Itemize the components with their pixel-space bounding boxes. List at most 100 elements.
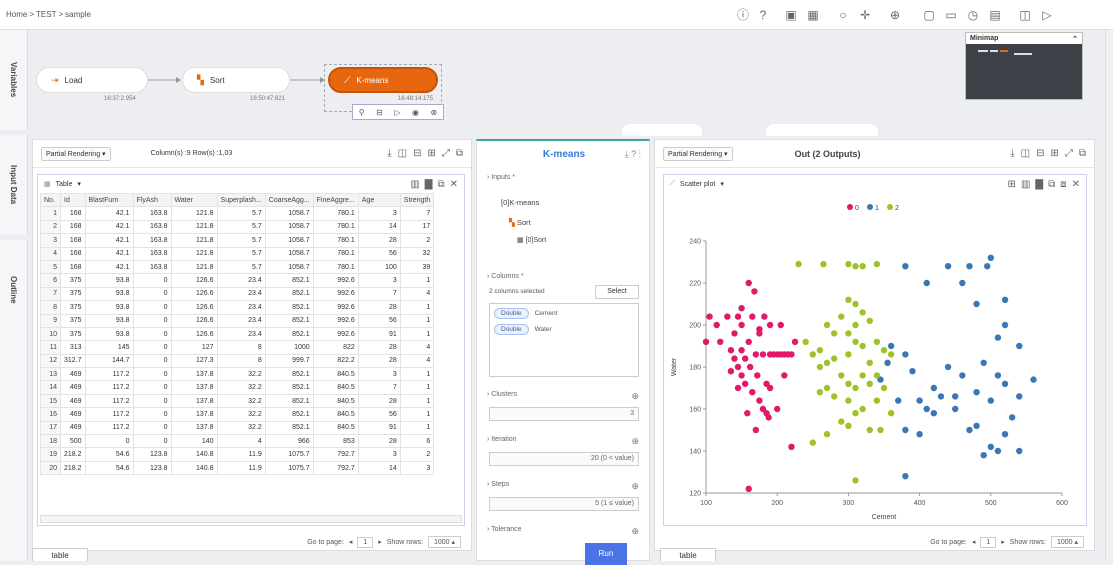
- table-row[interactable]: 17 469 117.2 0 137.8 32.2 852.1 840.5 91 1: [40, 420, 435, 436]
- chart-icon[interactable]: ▥: [1021, 179, 1030, 190]
- close-icon[interactable]: ✕: [450, 179, 458, 190]
- close-icon[interactable]: ⊗: [431, 108, 438, 117]
- table-row[interactable]: 10 375 93.8 0 126.6 23.4 852.1 992.6 91 1: [40, 326, 435, 342]
- table-row[interactable]: 8 375 93.8 0 126.6 23.4 852.1 992.6 28 1: [40, 300, 435, 315]
- doc-icon[interactable]: ▭: [944, 8, 958, 22]
- globe-icon[interactable]: ⊕: [631, 526, 639, 537]
- column-header[interactable]: FlyAsh: [132, 193, 172, 208]
- column-header[interactable]: FineAggre...: [312, 193, 359, 208]
- out-render-mode-dropdown[interactable]: Partial Rendering ▾: [663, 146, 733, 161]
- table-row[interactable]: 9 375 93.8 0 126.6 23.4 852.1 992.6 56 1: [40, 313, 435, 328]
- run-icon[interactable]: ▷: [394, 108, 400, 117]
- table-row[interactable]: 19 218.2 54.6 123.8 140.8 11.9 1075.7 792.7 3 2: [40, 447, 435, 462]
- tab-outline[interactable]: Outline: [0, 240, 28, 340]
- column-header[interactable]: BlastFurn: [84, 193, 134, 208]
- filter-icon[interactable]: ⊞: [1008, 179, 1016, 190]
- help-icon[interactable]: ?: [631, 149, 636, 159]
- download-icon[interactable]: ⤓: [1010, 148, 1014, 159]
- popout-icon[interactable]: ⧉: [456, 148, 463, 159]
- tab-table-left[interactable]: table: [32, 548, 88, 561]
- column-header[interactable]: Superplash...: [216, 193, 266, 208]
- tab-variables[interactable]: Variables: [0, 30, 28, 130]
- grid-icon[interactable]: ⊞: [427, 148, 435, 159]
- column-header[interactable]: Water: [170, 193, 218, 208]
- clusters-input[interactable]: 3: [489, 407, 639, 421]
- render-mode-dropdown[interactable]: Partial Rendering ▾: [41, 146, 111, 161]
- column-header[interactable]: CoarseAgg...: [264, 193, 314, 208]
- globe-icon[interactable]: ⊕: [631, 391, 639, 402]
- new-doc-icon[interactable]: ▢: [922, 8, 936, 22]
- help-icon[interactable]: ?: [756, 8, 770, 22]
- download-icon[interactable]: ⤓: [625, 149, 629, 159]
- table-scroll[interactable]: No. Id BlastFurn FlyAsh Water Superplash... Co…: [40, 193, 462, 513]
- table-row[interactable]: 20 218.2 54.6 123.8 140.8 11.9 1075.7 792.7 14 3: [40, 460, 435, 476]
- tab-input-data[interactable]: Input Data: [0, 135, 28, 235]
- select-columns-button[interactable]: Select: [595, 285, 639, 299]
- globe-icon[interactable]: ⊕: [631, 436, 639, 447]
- table-row[interactable]: 1 168 42.1 163.8 121.8 5.7 1058.7 780.1 3 7: [40, 206, 435, 221]
- table-row[interactable]: 7 375 93.8 0 126.6 23.4 852.1 992.6 7 4: [40, 286, 435, 302]
- column-chip[interactable]: Double Cement: [494, 308, 557, 319]
- chart-view-dropdown[interactable]: Scatter plot: [680, 181, 715, 188]
- column-header[interactable]: Strength: [399, 193, 435, 208]
- close-icon[interactable]: ✕: [1072, 179, 1080, 190]
- next-page-icon[interactable]: ▸: [378, 538, 382, 546]
- view-mode-dropdown[interactable]: Table: [56, 181, 73, 188]
- column-chip[interactable]: Double Water: [494, 324, 552, 335]
- breadcrumb-home[interactable]: Home: [6, 10, 27, 19]
- delete-icon[interactable]: ⊟: [376, 108, 383, 117]
- breadcrumb-sample[interactable]: sample: [65, 10, 91, 19]
- table-row[interactable]: 6 375 93.8 0 126.6 23.4 852.1 992.6 3 1: [40, 273, 435, 288]
- more-icon[interactable]: ⋮: [639, 149, 641, 159]
- iteration-input[interactable]: 20 (0 < value): [489, 452, 639, 466]
- columns-section[interactable]: › Columns *: [487, 273, 524, 280]
- chevron-down-icon[interactable]: ▾: [720, 180, 724, 188]
- columns-icon[interactable]: ◫: [1021, 148, 1030, 159]
- steps-input[interactable]: 5 (1 ≤ value): [489, 497, 639, 511]
- grid-icon[interactable]: ⊞: [1050, 148, 1058, 159]
- save-icon[interactable]: ▣: [784, 8, 798, 22]
- table-row[interactable]: 15 469 117.2 0 137.8 32.2 852.1 840.5 28 1: [40, 393, 435, 409]
- workflow-canvas[interactable]: ⇥ Load 16:37:2.954 ▚ Sort 16:50:47.621 ⟋…: [28, 30, 1105, 136]
- calendar-icon[interactable]: ▦: [806, 8, 820, 22]
- info-icon[interactable]: ⓘ: [736, 8, 750, 22]
- page-input[interactable]: 1: [980, 536, 997, 548]
- table-row[interactable]: 5 168 42.1 163.8 121.8 5.7 1058.7 780.1 100 39: [40, 259, 435, 275]
- play-icon[interactable]: ▷: [1040, 8, 1054, 22]
- bar-chart-icon[interactable]: ▇: [425, 179, 433, 190]
- copy-icon[interactable]: ⧉: [437, 179, 444, 190]
- scatter-chart[interactable]: 100 200 300 400 500 600120140160180200220240C…: [664, 193, 1084, 523]
- expand-icon[interactable]: ⤢: [442, 148, 450, 159]
- breadcrumb-test[interactable]: TEST: [36, 10, 56, 19]
- table-row[interactable]: 11 313 145 0 127 8 1000 822 28 4: [40, 340, 435, 355]
- circle-info-icon[interactable]: ○: [836, 8, 850, 22]
- clipboard-icon[interactable]: ▤: [988, 8, 1002, 22]
- move-icon[interactable]: ✛: [858, 8, 872, 22]
- view-icon[interactable]: ◉: [412, 108, 419, 117]
- history-icon[interactable]: ◷: [966, 8, 980, 22]
- rows-icon[interactable]: ⊟: [1036, 148, 1044, 159]
- inputs-section[interactable]: › Inputs *: [487, 174, 515, 181]
- node-kmeans[interactable]: ⟋ K-means: [328, 67, 438, 93]
- tolerance-section[interactable]: › Tolerance: [487, 526, 522, 533]
- table-row[interactable]: 16 469 117.2 0 137.8 32.2 852.1 840.5 56 1: [40, 407, 435, 422]
- popout-icon[interactable]: ⧉: [1079, 148, 1086, 159]
- column-header[interactable]: Id: [60, 193, 86, 208]
- link-icon[interactable]: ⚲: [359, 108, 365, 117]
- steps-section[interactable]: › Steps: [487, 481, 509, 488]
- table-row[interactable]: 18 500 0 0 140 4 966 853 28 6: [40, 434, 435, 449]
- node-sort[interactable]: ▚ Sort: [182, 67, 290, 93]
- chevron-down-icon[interactable]: ▾: [77, 180, 81, 188]
- table-row[interactable]: 4 168 42.1 163.8 121.8 5.7 1058.7 780.1 56 32: [40, 246, 435, 261]
- minimap[interactable]: Minimap ⌃: [965, 32, 1083, 100]
- iteration-section[interactable]: › Iteration: [487, 436, 517, 443]
- table-row[interactable]: 14 469 117.2 0 137.8 32.2 852.1 840.5 7 1: [40, 380, 435, 395]
- columns-icon[interactable]: ◫: [398, 148, 407, 159]
- column-header[interactable]: Age: [357, 193, 401, 208]
- horizontal-scrollbar[interactable]: [40, 515, 462, 523]
- rows-icon[interactable]: ⊟: [413, 148, 421, 159]
- bar-chart-icon[interactable]: ▇: [1035, 179, 1043, 190]
- show-rows-select[interactable]: 1000 ▴: [427, 536, 461, 548]
- run-button[interactable]: Run: [585, 543, 627, 565]
- table-row[interactable]: 2 168 42.1 163.8 121.8 5.7 1058.7 780.1 14 17: [40, 219, 435, 235]
